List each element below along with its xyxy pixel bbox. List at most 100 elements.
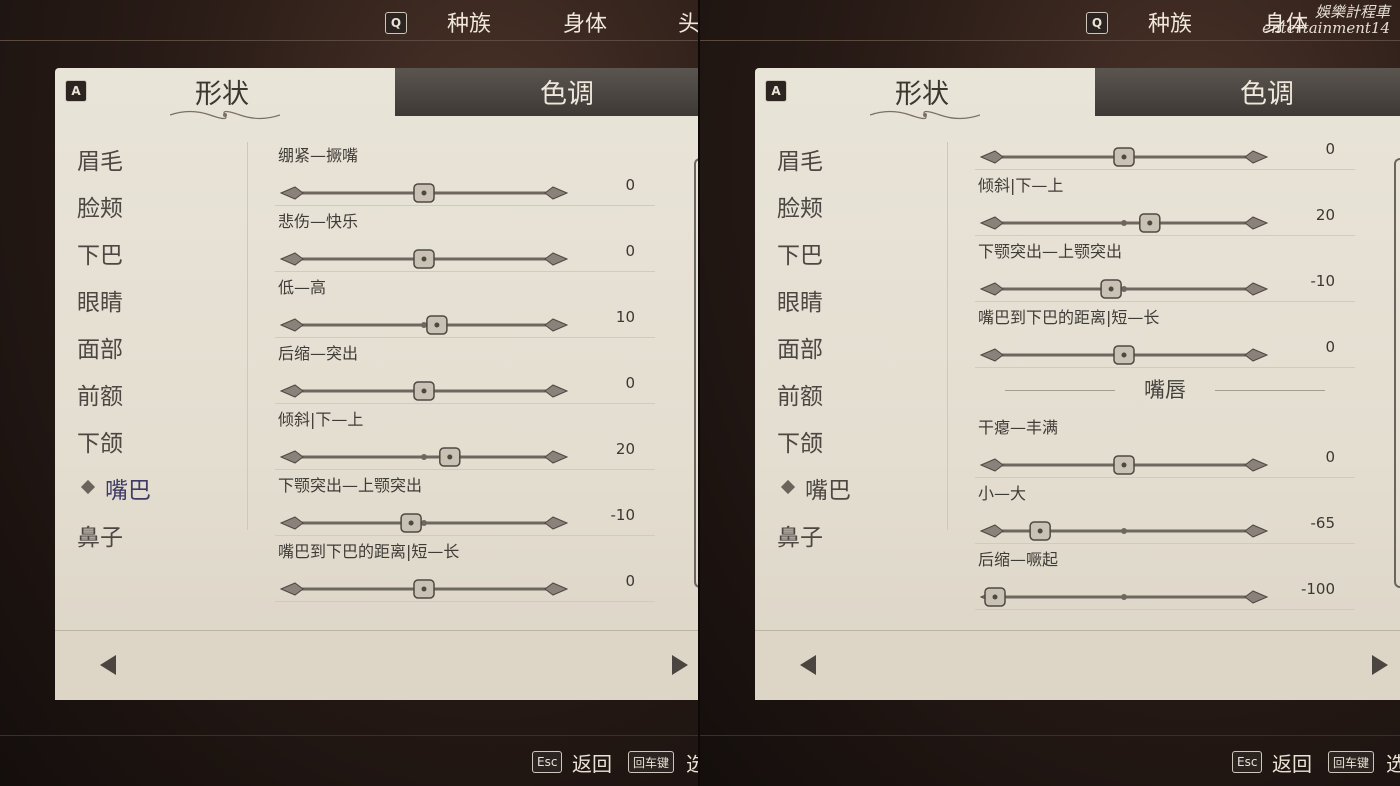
slider-center-mark xyxy=(421,454,427,460)
slider-track[interactable] xyxy=(279,315,569,335)
flourish-ornament xyxy=(170,110,280,120)
slider-row: 0 xyxy=(975,104,1355,170)
slider-value: 0 xyxy=(1325,140,1335,158)
slider-right-cap-icon xyxy=(1244,524,1269,538)
tab-race[interactable]: 种族 xyxy=(1148,6,1192,38)
category-face[interactable]: 面部 xyxy=(777,330,823,364)
tab-tone[interactable]: 色调 xyxy=(395,68,700,116)
slider-label: 下颚突出—上颚突出 xyxy=(278,476,423,495)
category-eyebrows[interactable]: 眉毛 xyxy=(777,142,823,176)
category-eyes[interactable]: 眼睛 xyxy=(777,283,823,317)
slider-track[interactable] xyxy=(279,183,569,203)
category-forehead[interactable]: 前额 xyxy=(77,377,123,411)
key-hints: Esc 返回 回车键 选 xyxy=(0,735,700,785)
slider-right-cap-icon xyxy=(544,582,569,596)
slider-track[interactable] xyxy=(979,279,1269,299)
q-key-icon: Q xyxy=(1086,12,1108,34)
slider-graphic xyxy=(979,455,1269,475)
category-mouth[interactable]: 嘴巴 xyxy=(105,471,151,505)
right-screenshot-pane: Q 种族 身体 娛樂計程車 entertainment14 A 形状 色调 眉毛… xyxy=(700,0,1400,786)
slider-track[interactable] xyxy=(979,213,1269,233)
slider-left-cap-icon xyxy=(279,318,304,332)
next-page-arrow-icon[interactable] xyxy=(672,655,688,675)
slider-left-cap-icon xyxy=(279,186,304,200)
slider-right-cap-icon xyxy=(544,384,569,398)
slider-center-mark xyxy=(1121,286,1127,292)
slider-value: 0 xyxy=(1325,448,1335,466)
slider-right-cap-icon xyxy=(544,516,569,530)
slider-track[interactable] xyxy=(279,579,569,599)
category-nose[interactable]: 鼻子 xyxy=(77,518,123,552)
category-cheeks[interactable]: 脸颊 xyxy=(77,189,123,223)
category-eyes[interactable]: 眼睛 xyxy=(77,283,123,317)
category-chin[interactable]: 下巴 xyxy=(77,236,123,270)
slider-graphic xyxy=(279,315,569,335)
slider-track[interactable] xyxy=(979,147,1269,167)
tab-tone-label: 色调 xyxy=(540,79,594,110)
slider-right-cap-icon xyxy=(544,186,569,200)
next-page-arrow-icon[interactable] xyxy=(1372,655,1388,675)
slider-row: 下颚突出—上颚突出 -10 xyxy=(275,470,655,536)
category-mouth[interactable]: 嘴巴 xyxy=(805,471,851,505)
slider-value: 0 xyxy=(625,176,635,194)
slider-handle-dot xyxy=(1121,352,1127,358)
slider-track[interactable] xyxy=(279,513,569,533)
select-button[interactable]: 选 xyxy=(1386,748,1400,777)
tab-race[interactable]: 种族 xyxy=(447,6,491,38)
tab-shape[interactable]: A 形状 xyxy=(55,68,395,120)
segment-tabs: A 形状 色调 xyxy=(55,68,700,120)
slider-graphic xyxy=(279,249,569,269)
slider-track[interactable] xyxy=(979,455,1269,475)
category-jaw[interactable]: 下颌 xyxy=(77,424,123,458)
slider-track[interactable] xyxy=(979,587,1269,607)
category-chin[interactable]: 下巴 xyxy=(777,236,823,270)
slider-right-cap-icon xyxy=(1244,150,1269,164)
slider-handle-dot xyxy=(1121,154,1127,160)
slider-handle-dot xyxy=(1108,286,1114,292)
page-nav-bar xyxy=(755,630,1400,700)
tab-head[interactable]: 头 xyxy=(678,6,700,38)
slider-label: 后缩—突出 xyxy=(278,344,359,363)
slider-value: -10 xyxy=(610,506,636,524)
slider-label: 倾斜|下—上 xyxy=(278,410,364,429)
category-forehead[interactable]: 前额 xyxy=(777,377,823,411)
slider-center-mark xyxy=(421,322,427,328)
slider-right-cap-icon xyxy=(1244,282,1269,296)
slider-left-cap-icon xyxy=(979,524,1004,538)
slider-left-cap-icon xyxy=(979,150,1004,164)
slider-left-cap-icon xyxy=(979,348,1004,362)
prev-page-arrow-icon[interactable] xyxy=(100,655,116,675)
slider-graphic xyxy=(979,587,1269,607)
slider-center-mark xyxy=(421,520,427,526)
category-jaw[interactable]: 下颌 xyxy=(777,424,823,458)
top-tab-bar: Q 种族 身体 头 xyxy=(0,0,700,41)
category-cheeks[interactable]: 脸颊 xyxy=(777,189,823,223)
back-button[interactable]: 返回 xyxy=(1272,748,1312,777)
slider-track[interactable] xyxy=(279,447,569,467)
slider-track[interactable] xyxy=(979,521,1269,541)
page-nav-bar xyxy=(55,630,700,700)
slider-row: 倾斜|下—上 20 xyxy=(275,404,655,470)
category-eyebrows[interactable]: 眉毛 xyxy=(77,142,123,176)
slider-track[interactable] xyxy=(279,249,569,269)
slider-label: 绷紧—撅嘴 xyxy=(278,146,359,165)
back-button[interactable]: 返回 xyxy=(572,748,612,777)
slider-value: -100 xyxy=(1300,580,1335,598)
slider-right-cap-icon xyxy=(544,252,569,266)
slider-left-cap-icon xyxy=(979,282,1004,296)
slider-right-cap-icon xyxy=(544,450,569,464)
slider-track[interactable] xyxy=(979,345,1269,365)
category-face[interactable]: 面部 xyxy=(77,330,123,364)
slider-value: 0 xyxy=(625,572,635,590)
tab-body[interactable]: 身体 xyxy=(563,6,607,38)
category-nose[interactable]: 鼻子 xyxy=(777,518,823,552)
slider-track[interactable] xyxy=(279,381,569,401)
scroll-frame xyxy=(1394,158,1400,588)
slider-handle-dot xyxy=(421,388,427,394)
slider-left-cap-icon xyxy=(279,450,304,464)
slider-value: 0 xyxy=(1325,338,1335,356)
watermark: 娛樂計程車 entertainment14 xyxy=(1262,3,1390,37)
slider-handle-dot xyxy=(1147,220,1153,226)
slider-left-cap-icon xyxy=(279,252,304,266)
prev-page-arrow-icon[interactable] xyxy=(800,655,816,675)
